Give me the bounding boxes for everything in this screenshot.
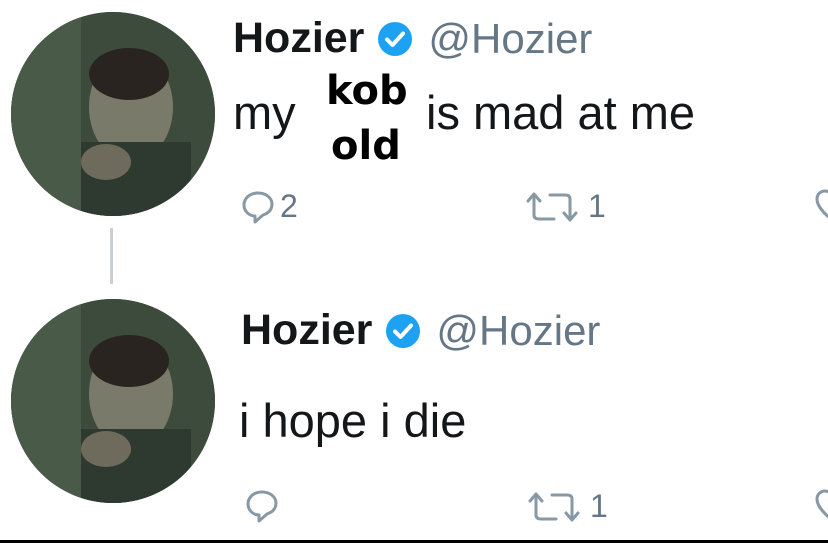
thread-connector-line xyxy=(110,228,113,284)
like-button[interactable] xyxy=(814,188,828,224)
tweet-actions: 1 xyxy=(0,480,828,540)
tweet[interactable]: Hozier @Hozier my is mad at me kob old 2… xyxy=(0,0,828,270)
like-button[interactable] xyxy=(814,488,828,524)
retweet-icon xyxy=(528,492,580,521)
like-icon xyxy=(815,189,828,219)
retweet-icon xyxy=(526,192,578,221)
like-icon xyxy=(815,489,828,519)
user-handle[interactable]: @Hozier xyxy=(436,307,600,355)
reply-button[interactable]: 2 xyxy=(240,188,298,225)
retweet-button[interactable]: 1 xyxy=(522,488,608,525)
tweet[interactable]: Hozier @Hozier i hope i die 1 xyxy=(0,292,828,543)
display-name[interactable]: Hozier xyxy=(233,14,364,63)
tweet-text: i hope i die xyxy=(239,394,467,447)
verified-badge-icon xyxy=(376,20,414,58)
verified-badge-icon xyxy=(384,312,422,350)
reply-count: 2 xyxy=(280,188,298,224)
avatar[interactable] xyxy=(11,299,215,503)
retweet-count: 1 xyxy=(590,488,608,524)
user-handle[interactable]: @Hozier xyxy=(428,15,592,63)
tweet-text-start: my xyxy=(233,86,296,139)
retweet-count: 1 xyxy=(588,188,606,224)
overlay-caption-top: kob xyxy=(326,68,408,114)
display-name[interactable]: Hozier xyxy=(241,306,372,355)
tweet-header: Hozier @Hozier xyxy=(233,14,592,63)
overlay-caption-bottom: old xyxy=(331,123,401,169)
reply-icon xyxy=(242,191,274,223)
reply-icon xyxy=(246,490,278,523)
retweet-button[interactable]: 1 xyxy=(520,188,606,225)
tweet-header: Hozier @Hozier xyxy=(241,306,600,355)
reply-button[interactable] xyxy=(244,488,284,524)
tweet-text-end: is mad at me xyxy=(426,86,696,139)
tweet-actions: 2 1 xyxy=(0,178,828,238)
